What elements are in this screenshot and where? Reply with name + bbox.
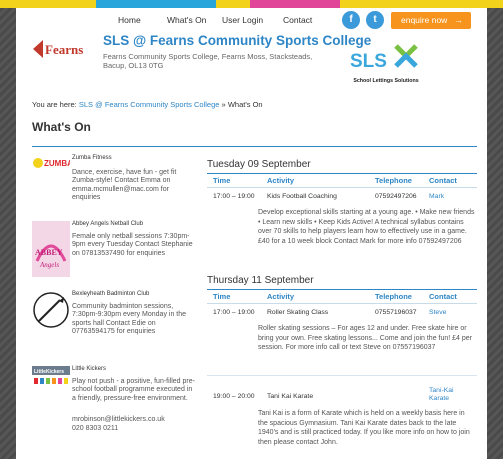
zumba-logo: ZUMBA — [33, 158, 70, 168]
header-blue-strip — [96, 0, 216, 8]
column-header-time: Time — [213, 292, 231, 301]
event-separator — [207, 375, 477, 376]
breadcrumb-separator: » — [221, 100, 226, 109]
svg-text:ABBEY: ABBEY — [35, 248, 63, 257]
title-divider — [32, 146, 477, 147]
svg-text:ZUMBA: ZUMBA — [44, 159, 70, 168]
day-heading: Tuesday 09 September — [207, 159, 311, 170]
header-divider — [207, 187, 477, 188]
club-description: Play not push - a positive, fun-filled p… — [72, 378, 195, 402]
breadcrumb: You are here: SLS @ Fearns Community Spo… — [32, 100, 263, 109]
event-details: Roller skating sessions – For ages 12 an… — [258, 325, 473, 351]
badminton-logo — [33, 292, 69, 328]
club-description: Dance, exercise, have fun - get fit Zumb… — [72, 169, 177, 202]
club-name: Bexleyheath Badminton Club — [72, 291, 150, 297]
column-header-contact: Contact — [429, 292, 457, 301]
nav-home[interactable]: Home — [118, 15, 141, 25]
breadcrumb-prefix: You are here: — [32, 100, 77, 109]
day-heading: Thursday 11 September — [207, 275, 314, 286]
site-title[interactable]: SLS @ Fearns Community Sports College — [103, 33, 371, 48]
club-name: Zumba Fitness — [72, 155, 112, 161]
column-header-time: Time — [213, 176, 231, 185]
club-description: Community badminton sessions, 7:30pm-9:3… — [72, 303, 187, 336]
sls-logo-text: SLS — [350, 51, 387, 72]
facebook-icon[interactable]: f — [342, 11, 360, 29]
column-header-telephone: Telephone — [375, 292, 412, 301]
column-header-contact: Contact — [429, 176, 457, 185]
club-phone: 020 8303 0211 — [72, 425, 119, 432]
column-header-activity: Activity — [267, 176, 295, 185]
page-background-right — [487, 0, 503, 459]
page-content: Home What's On User Login Contact f t en… — [16, 8, 487, 459]
event-telephone: 07557196037 — [375, 309, 417, 316]
little-kickers-logo: LittleKickers — [32, 366, 70, 384]
header-pink-strip — [250, 0, 340, 8]
event-contact-link[interactable]: Mark — [429, 193, 444, 200]
page-title: What's On — [32, 120, 91, 134]
abbey-angels-logo: ABBEY Angels — [32, 221, 70, 277]
nav-whats-on[interactable]: What's On — [167, 15, 206, 25]
fearns-logo[interactable]: Fearns — [31, 37, 97, 61]
event-contact-link[interactable]: Steve — [429, 309, 446, 316]
svg-text:Angels: Angels — [39, 261, 59, 269]
event-time: 17:00 – 19:00 — [213, 309, 255, 316]
event-telephone: 07592497206 — [375, 193, 417, 200]
nav-user-login[interactable]: User Login — [222, 15, 263, 25]
event-activity: Kids Football Coaching — [267, 193, 337, 200]
column-header-activity: Activity — [267, 292, 295, 301]
site-address: Fearns Community Sports College, Fearns … — [103, 52, 313, 70]
sls-logo[interactable]: SLS — [346, 34, 426, 84]
event-details: Tani Kai is a form of Karate which is he… — [258, 410, 470, 446]
column-header-telephone: Telephone — [375, 176, 412, 185]
event-time: 19:00 – 20:00 — [213, 393, 255, 400]
svg-text:LittleKickers: LittleKickers — [34, 369, 64, 375]
header-divider — [207, 303, 477, 304]
day-divider — [207, 289, 477, 290]
twitter-icon[interactable]: t — [366, 11, 384, 29]
page-background-left — [0, 0, 16, 459]
event-time: 17:00 – 19:00 — [213, 193, 255, 200]
arrow-right-icon: → — [454, 15, 464, 25]
event-contact-link[interactable]: Tani-Kai Karate — [429, 387, 475, 403]
sls-tagline: School Lettings Solutions — [353, 78, 419, 84]
enquire-now-label: enquire now — [401, 15, 448, 25]
breadcrumb-current: What's On — [227, 100, 263, 109]
day-divider — [207, 173, 477, 174]
enquire-now-button[interactable]: enquire now → — [391, 12, 471, 29]
club-name: Abbey Angels Netball Club — [72, 221, 144, 227]
club-description: Female only netball sessions 7:30pm-9pm … — [72, 233, 193, 257]
event-activity: Tani Kai Karate — [267, 393, 314, 400]
fearns-logo-text: Fearns — [45, 42, 83, 57]
top-nav: Home What's On User Login Contact f t en… — [16, 8, 487, 34]
club-email[interactable]: mrobinson@littlekickers.co.uk — [72, 416, 197, 424]
club-name: Little Kickers — [72, 366, 107, 372]
event-activity: Roller Skating Class — [267, 309, 329, 316]
breadcrumb-link-home[interactable]: SLS @ Fearns Community Sports College — [79, 100, 220, 109]
event-details: Develop exceptional skills starting at a… — [258, 209, 475, 245]
nav-contact[interactable]: Contact — [283, 15, 312, 25]
